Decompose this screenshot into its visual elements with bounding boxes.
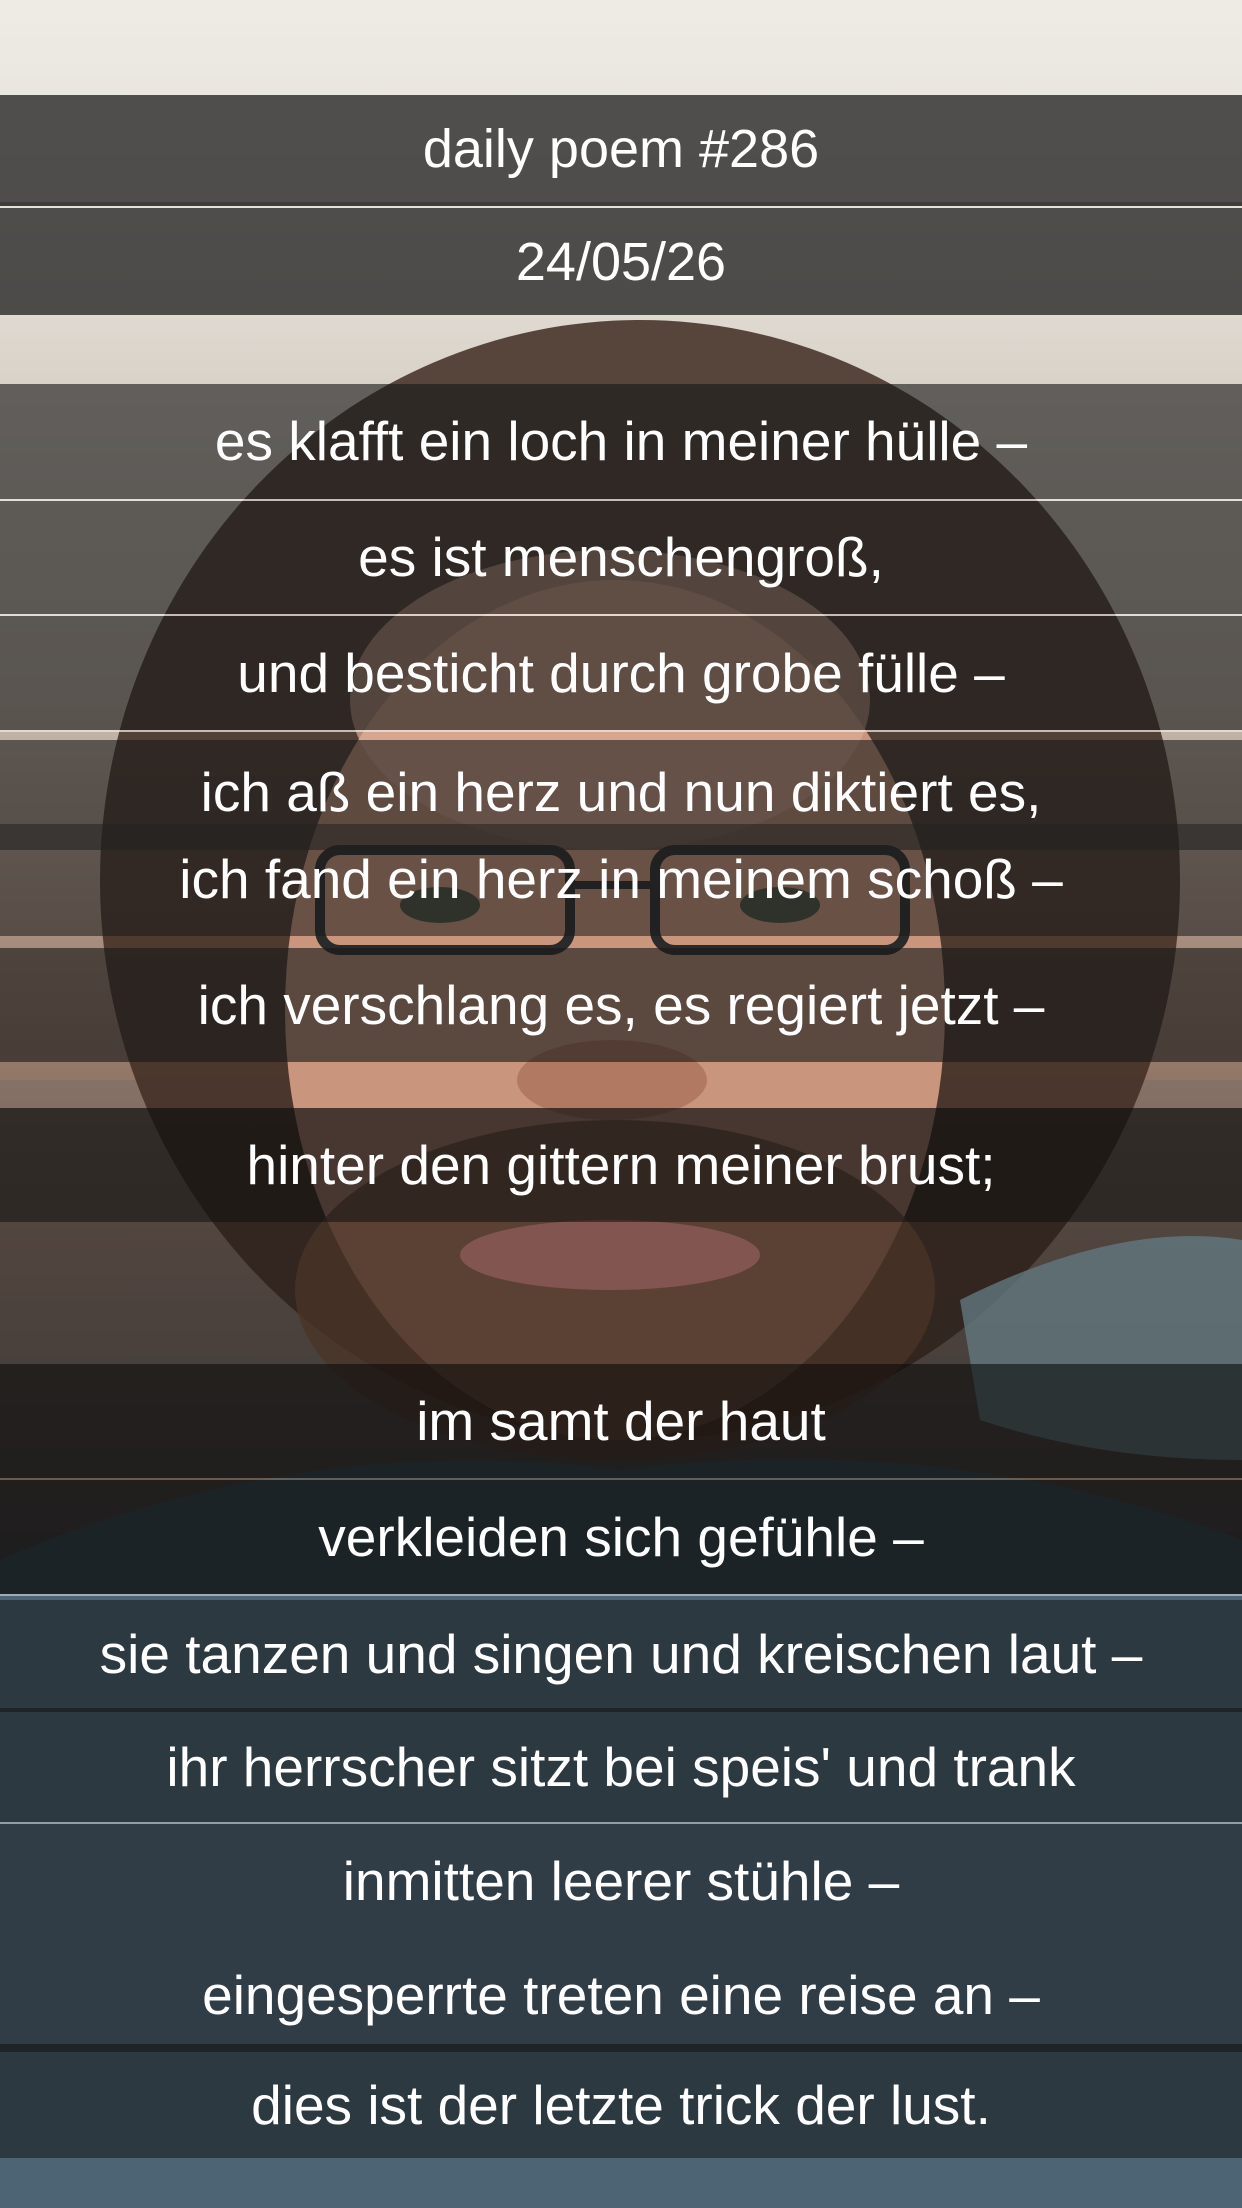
poem-line: eingesperrte treten eine reise an – [202, 1963, 1040, 2026]
poem-line-band: eingesperrte treten eine reise an – [0, 1938, 1242, 2044]
divider [0, 730, 1242, 732]
poem-line-band: ich verschlang es, es regiert jetzt – [0, 948, 1242, 1062]
divider [0, 202, 1242, 206]
poem-line-band: es klafft ein loch in meiner hülle – [0, 384, 1242, 499]
poem-date: 24/05/26 [515, 231, 727, 292]
poem-line: inmitten leerer stühle – [342, 1849, 900, 1912]
poem-line: es klafft ein loch in meiner hülle – [214, 410, 1028, 472]
poem-line-band: hinter den gittern meiner brust; [0, 1108, 1242, 1222]
poem-line: verkleiden sich gefühle – [318, 1505, 924, 1568]
poem-line: sie tanzen und singen und kreischen laut… [99, 1622, 1143, 1685]
poem-line: ich verschlang es, es regiert jetzt – [197, 973, 1045, 1036]
poem-line-band: es ist menschengroß, [0, 501, 1242, 614]
poem-line-band: ich fand ein herz in meinem schoß – [0, 850, 1242, 936]
poem-title-band: daily poem #286 [0, 95, 1242, 202]
poem-line-band: sie tanzen und singen und kreischen laut… [0, 1600, 1242, 1708]
poem-line: im samt der haut [416, 1389, 826, 1452]
poem-line-band: im samt der haut [0, 1364, 1242, 1478]
poem-line-band: ihr herrscher sitzt bei speis' und trank [0, 1712, 1242, 1822]
poem-line-band: ich aß ein herz und nun diktiert es, [0, 740, 1242, 824]
poem-line: ich aß ein herz und nun diktiert es, [200, 761, 1042, 823]
poem-line: ich fand ein herz in meinem schoß – [179, 847, 1063, 910]
poem-spacer-band [0, 1222, 1242, 1364]
poem-line: es ist menschengroß, [358, 526, 884, 588]
divider [0, 2044, 1242, 2052]
poem-line-band: und besticht durch grobe fülle – [0, 616, 1242, 730]
poem-date-band: 24/05/26 [0, 208, 1242, 315]
poem-line: dies ist der letzte trick der lust. [251, 2073, 991, 2136]
poem-line: hinter den gittern meiner brust; [246, 1133, 996, 1196]
poem-line-band: dies ist der letzte trick der lust. [0, 2052, 1242, 2158]
poem-line-band: verkleiden sich gefühle – [0, 1480, 1242, 1594]
poem-line: und besticht durch grobe fülle – [237, 641, 1005, 704]
poem-line: ihr herrscher sitzt bei speis' und trank [166, 1735, 1076, 1798]
poem-line-band: inmitten leerer stühle – [0, 1824, 1242, 1938]
poem-title: daily poem #286 [422, 118, 820, 179]
divider [0, 824, 1242, 850]
divider [0, 1594, 1242, 1596]
